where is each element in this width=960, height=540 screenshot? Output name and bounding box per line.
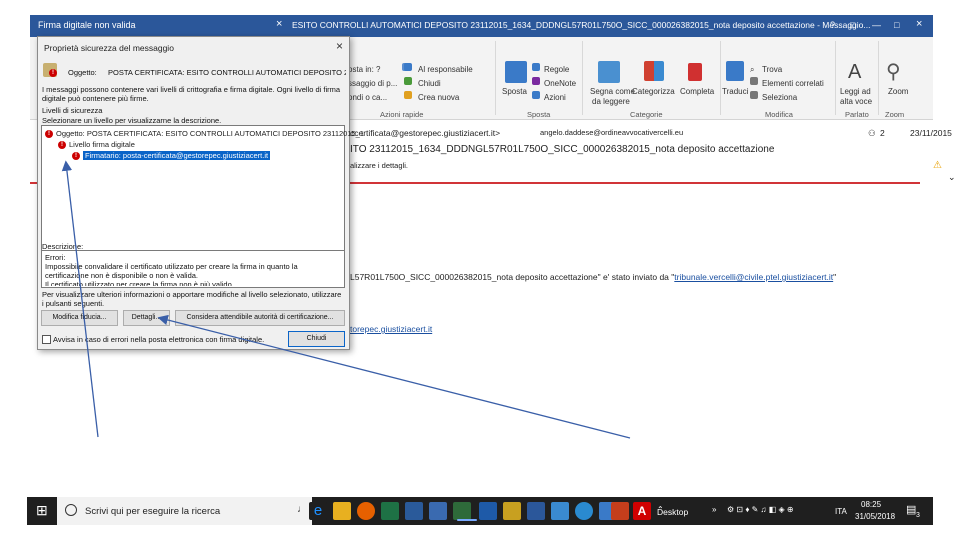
taskbar-date[interactable]: 31/05/2018 (855, 512, 895, 521)
tray-icons[interactable]: ⚙ ⊡ ♦ ✎ ♫ ◧ ◈ ⊕ (727, 505, 794, 514)
app-icon[interactable] (405, 502, 423, 520)
search-placeholder: Scrivi qui per eseguire la ricerca (85, 506, 221, 517)
arrow-to-firmatario (61, 160, 99, 438)
edge-icon[interactable]: e (309, 502, 327, 520)
app-icon[interactable] (575, 502, 593, 520)
microphone-icon[interactable]: ♩ (297, 504, 307, 515)
taskbar-time[interactable]: 08:25 (861, 500, 881, 509)
arrow-to-dettagli (157, 314, 631, 439)
taskbar-search[interactable]: Scrivi qui per eseguire la ricerca ♩ (57, 497, 312, 525)
annotation-arrows (61, 160, 631, 439)
taskbar: ⊞ Scrivi qui per eseguire la ricerca ♩ e… (27, 497, 933, 525)
excel-icon[interactable] (381, 502, 399, 520)
onedrive-icon[interactable] (551, 502, 569, 520)
firefox-icon[interactable] (357, 502, 375, 520)
notifications-count: 3 (916, 512, 920, 519)
file-explorer-icon[interactable] (333, 502, 351, 520)
search-icon (65, 504, 77, 516)
app-icon[interactable] (453, 502, 471, 520)
outlook-icon[interactable] (479, 502, 497, 520)
overflow-icon[interactable]: » (712, 505, 716, 514)
taskbar-desktop[interactable]: Desktop (657, 507, 688, 517)
word-icon[interactable] (527, 502, 545, 520)
app-icon[interactable] (503, 502, 521, 520)
notifications-icon[interactable]: ▤ (906, 503, 916, 516)
taskbar-lang[interactable]: ITA (835, 507, 847, 516)
app-icon[interactable] (429, 502, 447, 520)
acrobat-icon[interactable]: A (633, 502, 651, 520)
powerpoint-icon[interactable] (611, 502, 629, 520)
windows-start-icon[interactable]: ⊞ (36, 502, 48, 519)
active-indicator (457, 519, 477, 521)
